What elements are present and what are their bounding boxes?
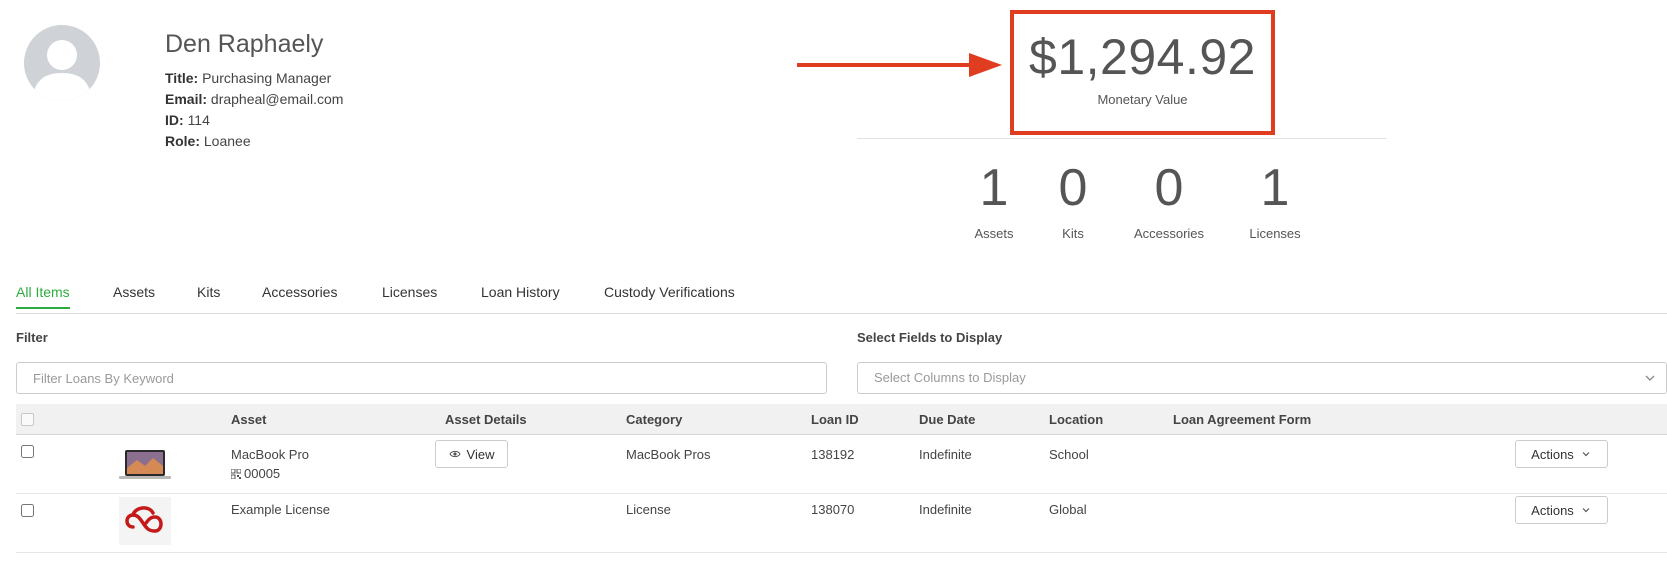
arrow-right-icon (797, 53, 1002, 77)
profile-id-row: ID: 114 (165, 110, 343, 131)
id-value: 114 (187, 112, 210, 128)
profile-title-row: Title: Purchasing Manager (165, 68, 343, 89)
eye-icon (448, 450, 461, 458)
profile-email-row: Email: drapheal@email.com (165, 89, 343, 110)
table-header: Asset Asset Details Category Loan ID Due… (16, 404, 1667, 435)
actions-button[interactable]: Actions (1515, 496, 1608, 524)
category-cell: MacBook Pros (626, 447, 711, 462)
filter-input[interactable] (16, 362, 827, 394)
column-header-loan-agreement-form[interactable]: Loan Agreement Form (1173, 412, 1311, 427)
monetary-value-highlight: $1,294.92 Monetary Value (1010, 10, 1275, 135)
row-checkbox[interactable] (21, 445, 34, 458)
tab-kits[interactable]: Kits (197, 284, 220, 308)
view-button-label: View (466, 446, 495, 462)
asset-id-row: 00005 (231, 466, 309, 481)
column-header-due-date[interactable]: Due Date (919, 412, 975, 427)
stat-licenses-value: 1 (1260, 159, 1290, 217)
loan-id-cell: 138192 (811, 447, 855, 462)
location-cell: Global (1049, 502, 1087, 517)
email-label: Email: (165, 91, 208, 107)
chevron-down-icon (1582, 508, 1590, 513)
qr-code-icon (231, 469, 241, 479)
select-columns-placeholder: Select Columns to Display (874, 370, 1026, 385)
column-header-asset[interactable]: Asset (231, 412, 266, 427)
due-date-cell: Indefinite (919, 447, 972, 462)
profile-role-row: Role: Loanee (165, 131, 343, 152)
tab-accessories[interactable]: Accessories (262, 284, 337, 308)
actions-button[interactable]: Actions (1515, 440, 1608, 468)
column-header-category[interactable]: Category (626, 412, 682, 427)
column-header-asset-details[interactable]: Asset Details (445, 412, 527, 427)
asset-name[interactable]: MacBook Pro (231, 447, 309, 462)
stat-accessories-value: 0 (1154, 159, 1184, 217)
stats-divider (857, 138, 1387, 139)
row-checkbox[interactable] (21, 504, 34, 517)
creative-cloud-logo (119, 497, 171, 545)
id-label: ID: (165, 112, 184, 128)
due-date-cell: Indefinite (919, 502, 972, 517)
view-button[interactable]: View (435, 440, 508, 468)
tab-custody-verifications[interactable]: Custody Verifications (604, 284, 735, 308)
avatar (24, 25, 100, 101)
location-cell: School (1049, 447, 1089, 462)
laptop-thumbnail (119, 450, 171, 479)
monetary-value: $1,294.92 (1029, 29, 1256, 85)
table-row: Example License License 138070 Indefinit… (16, 494, 1667, 553)
filter-label: Filter (16, 330, 48, 345)
actions-button-label: Actions (1531, 502, 1574, 518)
tab-bar: All Items Assets Kits Accessories Licens… (16, 284, 1667, 314)
role-value: Loanee (203, 133, 251, 149)
stat-licenses: 1 Licenses (1215, 158, 1335, 241)
title-value: Purchasing Manager (202, 70, 332, 86)
asset-id: 00005 (244, 466, 281, 481)
profile-info: Den Raphaely Title: Purchasing Manager E… (165, 30, 343, 152)
chevron-down-icon (1645, 375, 1655, 381)
email-value: drapheal@email.com (210, 91, 344, 107)
tab-assets[interactable]: Assets (113, 284, 155, 308)
loan-id-cell: 138070 (811, 502, 855, 517)
tab-licenses[interactable]: Licenses (382, 284, 437, 308)
column-header-location[interactable]: Location (1049, 412, 1103, 427)
profile-name: Den Raphaely (165, 30, 324, 58)
tab-loan-history[interactable]: Loan History (481, 284, 560, 308)
stat-licenses-label: Licenses (1249, 226, 1301, 241)
monetary-value-label: Monetary Value (1097, 92, 1188, 107)
user-silhouette-icon (32, 40, 92, 101)
select-all-checkbox[interactable] (21, 413, 34, 426)
title-label: Title: (165, 70, 199, 86)
column-header-loan-id[interactable]: Loan ID (811, 412, 859, 427)
asset-cell: MacBook Pro 00005 (231, 447, 309, 481)
stat-accessories: 0 Accessories (1109, 158, 1229, 241)
role-label: Role: (165, 133, 200, 149)
asset-name[interactable]: Example License (231, 502, 330, 517)
table-row: MacBook Pro 00005 View MacBook Pros 1381… (16, 435, 1667, 494)
category-cell: License (626, 502, 671, 517)
select-fields-label: Select Fields to Display (857, 330, 1003, 345)
actions-button-label: Actions (1531, 446, 1574, 462)
chevron-down-icon (1582, 452, 1590, 457)
select-columns-dropdown[interactable]: Select Columns to Display (857, 362, 1667, 394)
tab-all-items[interactable]: All Items (16, 284, 70, 309)
stat-accessories-label: Accessories (1133, 226, 1205, 241)
